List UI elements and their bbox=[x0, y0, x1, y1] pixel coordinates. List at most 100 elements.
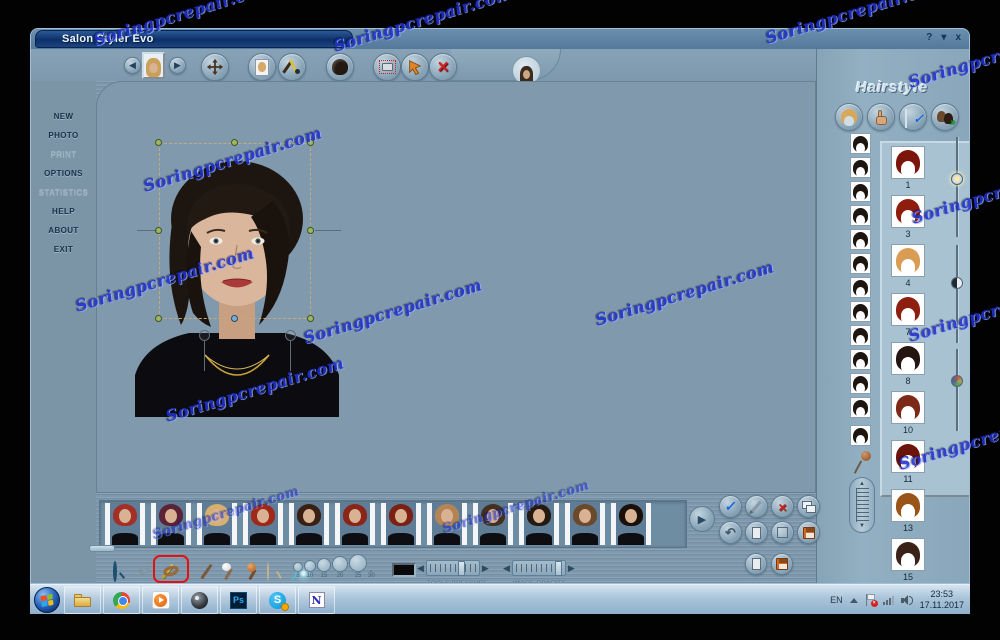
move-tool-button[interactable] bbox=[201, 53, 229, 81]
current-photo-button[interactable] bbox=[142, 52, 165, 79]
slider-ruler[interactable] bbox=[855, 488, 869, 522]
pressure-track[interactable]: TOOLS PRESSURE bbox=[425, 560, 487, 583]
zoom-slider[interactable]: ▲ ▼ bbox=[849, 477, 875, 533]
recorder-button[interactable] bbox=[181, 586, 218, 614]
preview-thumbnail[interactable] bbox=[473, 503, 513, 545]
hairstyle-thumbnail[interactable] bbox=[891, 342, 925, 375]
selection-box[interactable] bbox=[159, 143, 311, 319]
copy-views-button[interactable] bbox=[797, 495, 820, 518]
skype-button[interactable]: S bbox=[259, 586, 296, 614]
hairstyle-thumbnail[interactable] bbox=[891, 391, 925, 424]
slider-down-icon[interactable]: ▼ bbox=[859, 523, 865, 529]
straightener-tool[interactable] bbox=[195, 559, 217, 583]
recent-hairstyle-icon[interactable] bbox=[850, 325, 871, 346]
selection-handle-ne[interactable] bbox=[307, 139, 314, 146]
hairstyle-item[interactable]: 7 bbox=[884, 293, 932, 342]
contrast-icon[interactable] bbox=[951, 277, 963, 289]
chrome-button[interactable] bbox=[103, 586, 140, 614]
menu-item[interactable]: PRINT bbox=[31, 145, 96, 164]
hidden-icons-arrow[interactable] bbox=[849, 597, 858, 603]
preview-thumbnail[interactable] bbox=[243, 503, 283, 545]
preview-thumbnail[interactable] bbox=[427, 503, 467, 545]
hairstyle-item[interactable]: 11 bbox=[884, 440, 932, 489]
edit-button[interactable] bbox=[745, 495, 768, 518]
shoulder-handle-right[interactable] bbox=[285, 330, 296, 341]
recent-hairstyle-icon[interactable] bbox=[850, 373, 871, 394]
minimize-button[interactable]: ▾ bbox=[941, 31, 946, 45]
pointer-tool-button[interactable] bbox=[401, 53, 429, 81]
zoom-tool[interactable] bbox=[108, 559, 130, 583]
brightness-slider[interactable] bbox=[951, 137, 963, 237]
close-button[interactable]: x bbox=[955, 31, 961, 45]
menu-item[interactable]: STATISTICS bbox=[31, 183, 96, 202]
hairstyle-thumbnail[interactable] bbox=[891, 146, 925, 179]
recent-hairstyle-icon[interactable] bbox=[850, 253, 871, 274]
brush-size-option[interactable]: 25 bbox=[349, 554, 367, 579]
hairstyle-mode-button[interactable] bbox=[326, 53, 354, 81]
new-view-button[interactable] bbox=[745, 521, 768, 544]
hairstyle-thumbnail[interactable] bbox=[891, 538, 925, 571]
hairstyle-item[interactable]: 3 bbox=[884, 195, 932, 244]
pressure-thumb[interactable] bbox=[457, 561, 465, 576]
filmstrip-scrollbar[interactable] bbox=[89, 545, 115, 552]
tab-manual-fit[interactable] bbox=[867, 103, 895, 131]
tab-gallery[interactable]: » bbox=[931, 103, 959, 131]
preview-thumbnail[interactable] bbox=[335, 503, 375, 545]
lasso-tool[interactable] bbox=[264, 559, 286, 583]
slider-up-icon[interactable]: ▲ bbox=[859, 481, 865, 487]
prev-photo-button[interactable]: ◀ bbox=[124, 57, 141, 74]
menu-item[interactable]: NEW bbox=[31, 107, 96, 126]
tools-mode-button[interactable] bbox=[278, 53, 306, 81]
recent-hairstyle-icon[interactable] bbox=[850, 157, 871, 178]
recent-hairstyle-icon[interactable] bbox=[850, 301, 871, 322]
explorer-button[interactable] bbox=[64, 586, 101, 614]
preview-thumbnail[interactable] bbox=[289, 503, 329, 545]
preview-thumbnail[interactable] bbox=[197, 503, 237, 545]
brush-size-option[interactable]: 20 bbox=[332, 556, 348, 579]
selection-handle-n[interactable] bbox=[231, 139, 238, 146]
hairstyle-item[interactable]: 13 bbox=[884, 489, 932, 538]
language-indicator[interactable]: EN bbox=[830, 595, 843, 605]
volume-icon[interactable] bbox=[900, 594, 913, 606]
opacity-track[interactable]: IMAGE OPACITY bbox=[511, 560, 566, 583]
round-brush-tool[interactable] bbox=[241, 559, 263, 583]
recent-hairstyle-icon[interactable] bbox=[850, 133, 871, 154]
brightness-icon[interactable] bbox=[951, 173, 963, 185]
hairstyle-thumbnail[interactable] bbox=[891, 489, 925, 522]
saturation-icon[interactable] bbox=[951, 375, 963, 387]
remove-hairstyle-button[interactable]: × bbox=[771, 495, 794, 518]
photo-mode-button[interactable] bbox=[248, 53, 276, 81]
editor-canvas[interactable] bbox=[96, 81, 816, 493]
filmstrip-next-button[interactable]: ▶ bbox=[689, 506, 715, 532]
hairstyle-item[interactable]: 1 bbox=[884, 146, 932, 195]
menu-item[interactable]: PHOTO bbox=[31, 126, 96, 145]
undo-button[interactable]: ↶ bbox=[719, 521, 742, 544]
save-view-button[interactable] bbox=[797, 521, 820, 544]
curler-tool[interactable] bbox=[160, 559, 182, 583]
pin-icon[interactable] bbox=[853, 451, 871, 475]
hairstyle-item[interactable]: 15 bbox=[884, 538, 932, 583]
start-button[interactable] bbox=[34, 587, 60, 613]
recent-hairstyle-icon[interactable] bbox=[850, 277, 871, 298]
recent-hairstyle-icon[interactable] bbox=[850, 349, 871, 370]
network-icon[interactable] bbox=[882, 595, 894, 605]
hairstyle-thumbnail[interactable] bbox=[891, 195, 925, 228]
photoshop-button[interactable]: Ps bbox=[220, 586, 257, 614]
decrease-arrow-icon[interactable]: ◀ bbox=[417, 563, 424, 573]
delete-button[interactable]: × bbox=[429, 53, 457, 81]
brush-size-option[interactable]: 30 bbox=[368, 570, 375, 579]
print-button[interactable] bbox=[373, 53, 401, 81]
selection-handle-nw[interactable] bbox=[155, 139, 162, 146]
increase-arrow-icon[interactable]: ▶ bbox=[482, 563, 489, 573]
menu-item[interactable]: OPTIONS bbox=[31, 164, 96, 183]
contrast-slider[interactable] bbox=[951, 245, 963, 343]
preview-thumbnail[interactable] bbox=[105, 503, 145, 545]
apply-button[interactable]: ✓ bbox=[719, 495, 742, 518]
tab-apply[interactable]: ✓ bbox=[899, 103, 927, 131]
selection-handle-se[interactable] bbox=[307, 315, 314, 322]
brush-size-option[interactable]: 10 bbox=[304, 560, 316, 579]
saturation-slider[interactable] bbox=[951, 349, 963, 431]
menu-item[interactable]: HELP bbox=[31, 202, 96, 221]
opacity-thumb[interactable] bbox=[554, 561, 562, 576]
preview-thumbnail[interactable] bbox=[151, 503, 191, 545]
